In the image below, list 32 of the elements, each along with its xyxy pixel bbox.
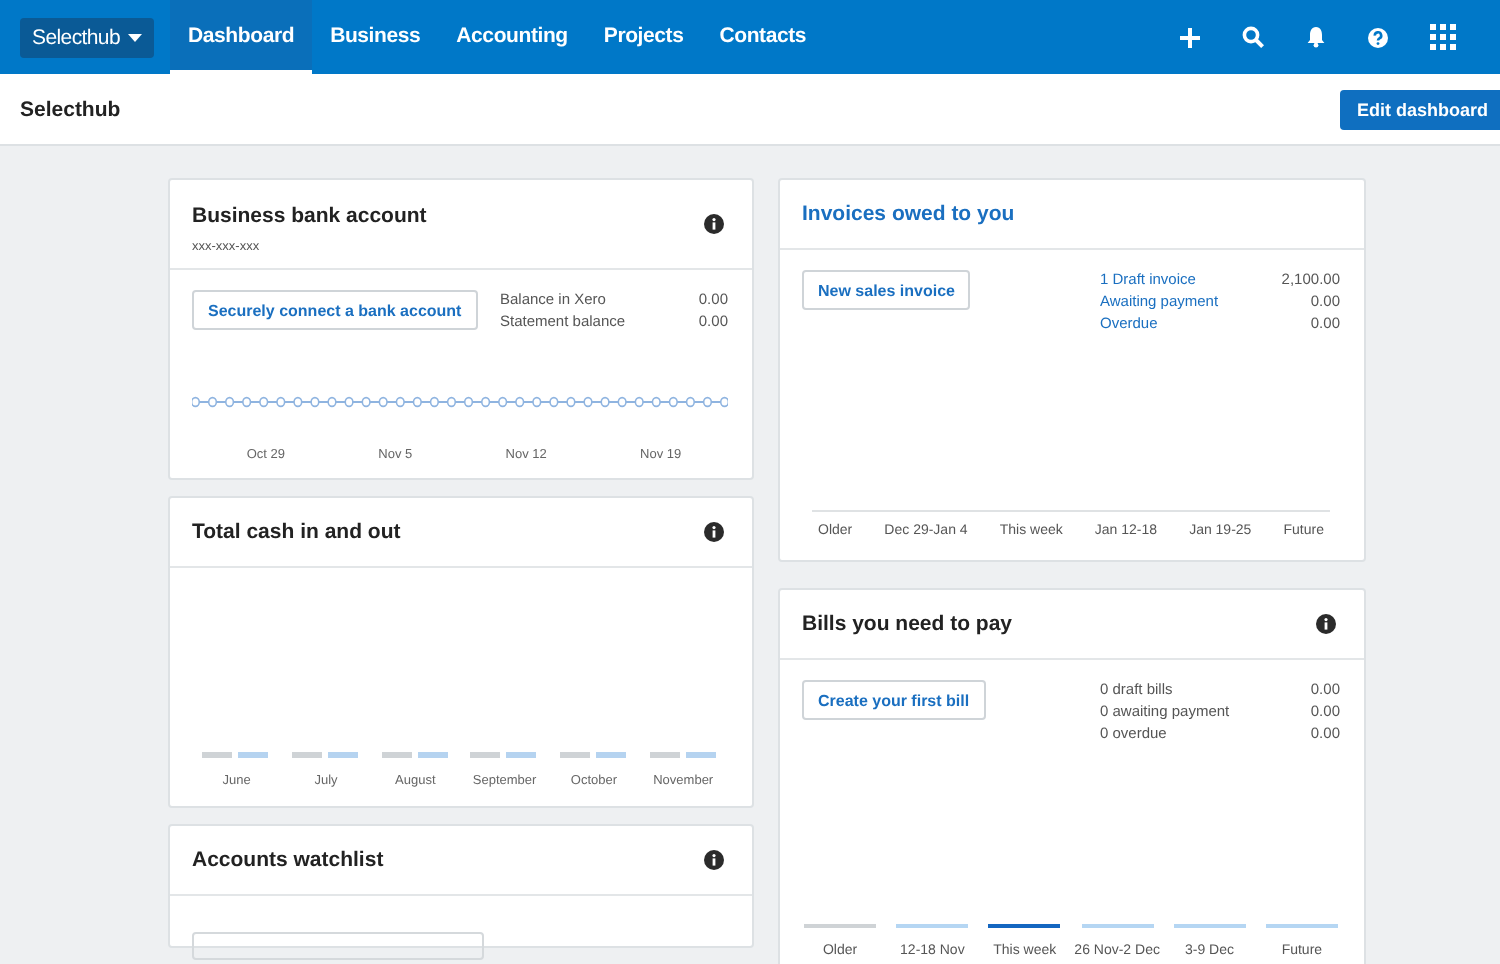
help-icon[interactable] — [1368, 27, 1388, 47]
bar-pair-drawing — [291, 752, 360, 758]
bar-pair-drawing — [470, 752, 539, 758]
plus-icon[interactable] — [1180, 27, 1200, 47]
nav-tab[interactable]: Contacts — [701, 0, 825, 74]
bar-pair-drawing — [559, 752, 628, 758]
nav-tab[interactable]: Accounting — [438, 0, 586, 74]
bell-icon[interactable] — [1306, 26, 1326, 48]
caret-icon — [128, 33, 143, 41]
create-bill-button[interactable]: Create your first bill — [802, 680, 986, 720]
card-title: Business bank account — [192, 203, 427, 227]
nav-tab[interactable]: Projects — [585, 0, 702, 74]
info-icon[interactable] — [1316, 614, 1336, 634]
nav-tab[interactable]: Business — [312, 0, 439, 74]
new-invoice-button[interactable]: New sales invoice — [802, 270, 971, 310]
card-title: Bills you need to pay — [802, 612, 1013, 636]
info-icon[interactable] — [704, 214, 724, 234]
organisation-menu-button[interactable]: Selecthub — [20, 17, 155, 57]
card-title[interactable]: Invoices owed to you — [802, 202, 1015, 226]
bar-pair-drawing — [649, 752, 718, 758]
info-icon[interactable] — [704, 850, 724, 870]
edit-dashboard-button[interactable]: Edit dashboard — [1340, 89, 1500, 129]
nav-tab[interactable]: Dashboard — [170, 0, 313, 74]
bar-pair-drawing — [202, 752, 271, 758]
bar-pair-drawing — [381, 752, 450, 758]
app-grid-icon[interactable] — [1430, 24, 1456, 50]
info-icon[interactable] — [704, 522, 724, 542]
organisation-name: Selecthub — [20, 97, 121, 121]
card-title: Total cash in and out — [192, 520, 401, 544]
card-title: Accounts watchlist — [192, 848, 384, 872]
connect-bank-button[interactable]: Securely connect a bank account — [192, 290, 478, 330]
search-icon[interactable] — [1242, 26, 1264, 48]
